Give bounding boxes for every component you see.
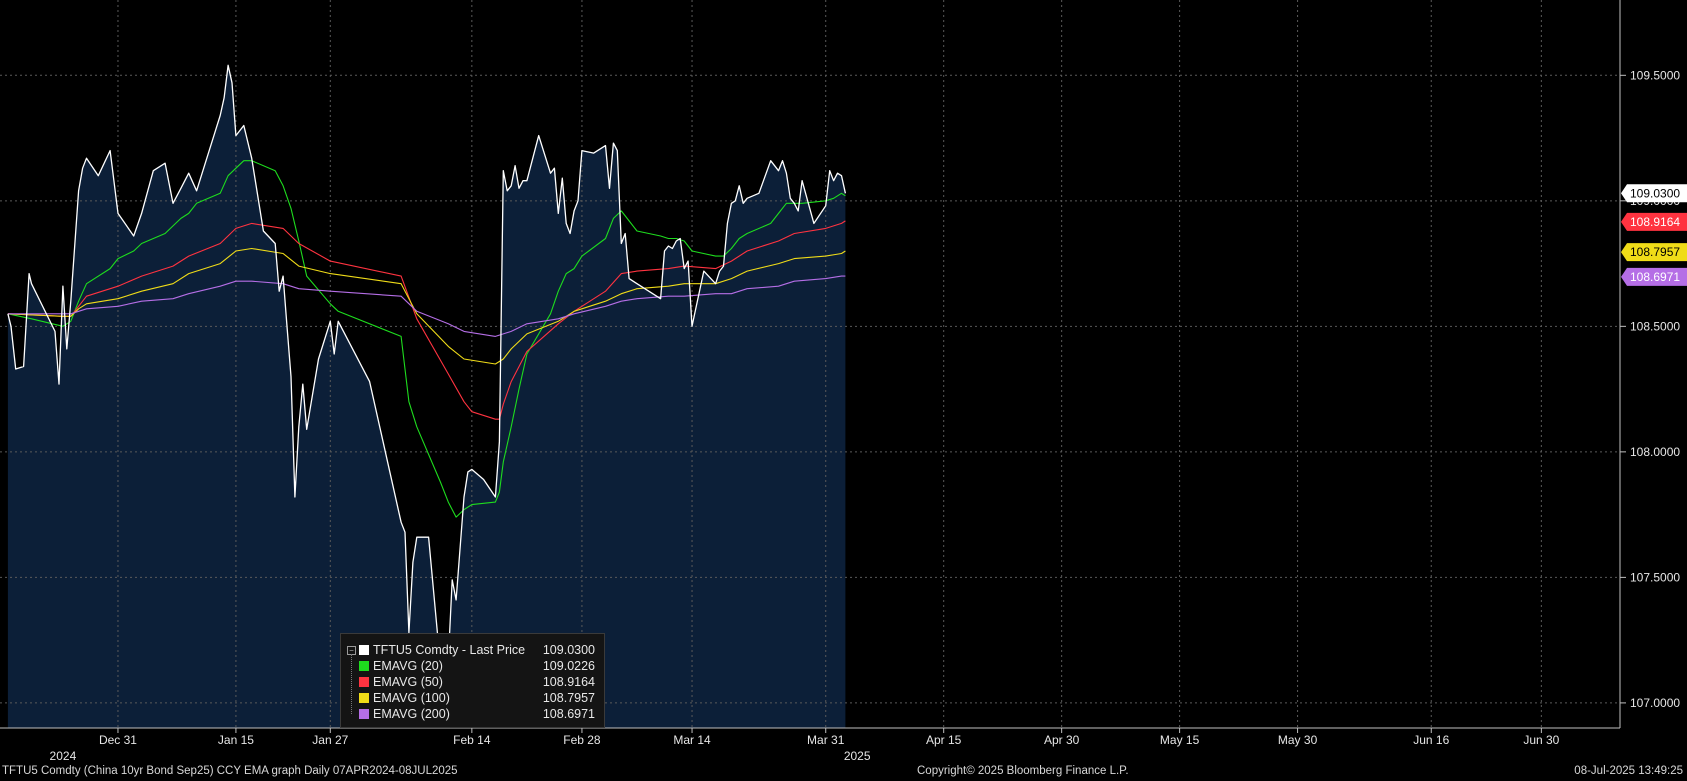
legend-series-name: EMAVG (100)	[373, 691, 450, 705]
last-value-tag-text: 109.0300	[1630, 186, 1680, 200]
last-value-tag: 109.0300	[1621, 184, 1687, 203]
x-tick-label: Jan 15	[218, 733, 254, 747]
y-tick-label: 109.5000	[1630, 68, 1680, 82]
footer-description: TFTU5 Comdty (China 10yr Bond Sep25) CCY…	[2, 765, 458, 777]
legend-series-name: TFTU5 Comdty - Last Price	[373, 643, 526, 657]
last-value-tag-text: 108.6971	[1630, 270, 1680, 284]
x-tick-label: Jan 27	[312, 733, 348, 747]
x-tick-label: Apr 30	[1044, 733, 1080, 747]
y-tick-label: 108.5000	[1630, 319, 1680, 333]
price-chart: 107.0000107.5000108.0000108.5000109.0000…	[0, 0, 1687, 781]
legend-swatch-icon	[359, 677, 369, 687]
legend-swatch-icon	[359, 645, 369, 655]
legend-series-value: 108.6971	[542, 707, 595, 721]
footer-timestamp: 08-Jul-2025 13:49:25	[1574, 765, 1683, 777]
x-tick-label: May 30	[1278, 733, 1318, 747]
legend-series-value: 108.7957	[542, 691, 595, 705]
legend-row-ema200: EMAVG (200) 108.6971	[359, 706, 599, 722]
legend-row-ema100: EMAVG (100) 108.7957	[359, 690, 599, 706]
x-tick-label: Feb 28	[563, 733, 601, 747]
x-tick-label: Feb 14	[453, 733, 491, 747]
legend-tree-line	[351, 654, 353, 714]
legend-row-ema20: EMAVG (20) 109.0226	[359, 658, 599, 674]
legend-series-value: 109.0226	[542, 659, 595, 673]
x-tick-label: Apr 15	[926, 733, 962, 747]
x-tick-label: Dec 31	[99, 733, 137, 747]
y-tick-label: 108.0000	[1630, 445, 1680, 459]
legend-swatch-icon	[359, 661, 369, 671]
chart-legend: − TFTU5 Comdty - Last Price 109.0300 EMA…	[340, 633, 605, 728]
x-tick-label: Jun 16	[1413, 733, 1449, 747]
legend-series-name: EMAVG (200)	[373, 707, 450, 721]
footer-copyright: Copyright© 2025 Bloomberg Finance L.P.	[917, 765, 1129, 777]
x-year-label: 2024	[50, 749, 77, 763]
legend-swatch-icon	[359, 709, 369, 719]
y-tick-label: 107.5000	[1630, 570, 1680, 584]
last-value-tag-text: 108.7957	[1630, 245, 1680, 259]
legend-swatch-icon	[359, 693, 369, 703]
last-value-tag: 108.6971	[1621, 267, 1687, 286]
legend-series-value: 108.9164	[542, 675, 595, 689]
y-tick-label: 107.0000	[1630, 696, 1680, 710]
legend-series-name: EMAVG (50)	[373, 675, 443, 689]
legend-series-name: EMAVG (20)	[373, 659, 443, 673]
x-tick-label: May 15	[1160, 733, 1200, 747]
chart-footer: TFTU5 Comdty (China 10yr Bond Sep25) CCY…	[0, 762, 1687, 781]
last-value-tag: 108.9164	[1621, 212, 1687, 231]
legend-series-value: 109.0300	[542, 643, 595, 657]
x-tick-label: Jun 30	[1523, 733, 1559, 747]
last-value-tag: 108.7957	[1621, 243, 1687, 262]
x-tick-label: Mar 14	[673, 733, 711, 747]
legend-row-last-price: TFTU5 Comdty - Last Price 109.0300	[359, 642, 599, 658]
x-year-label: 2025	[844, 749, 871, 763]
x-tick-label: Mar 31	[807, 733, 845, 747]
legend-row-ema50: EMAVG (50) 108.9164	[359, 674, 599, 690]
last-value-tag-text: 108.9164	[1630, 215, 1680, 229]
